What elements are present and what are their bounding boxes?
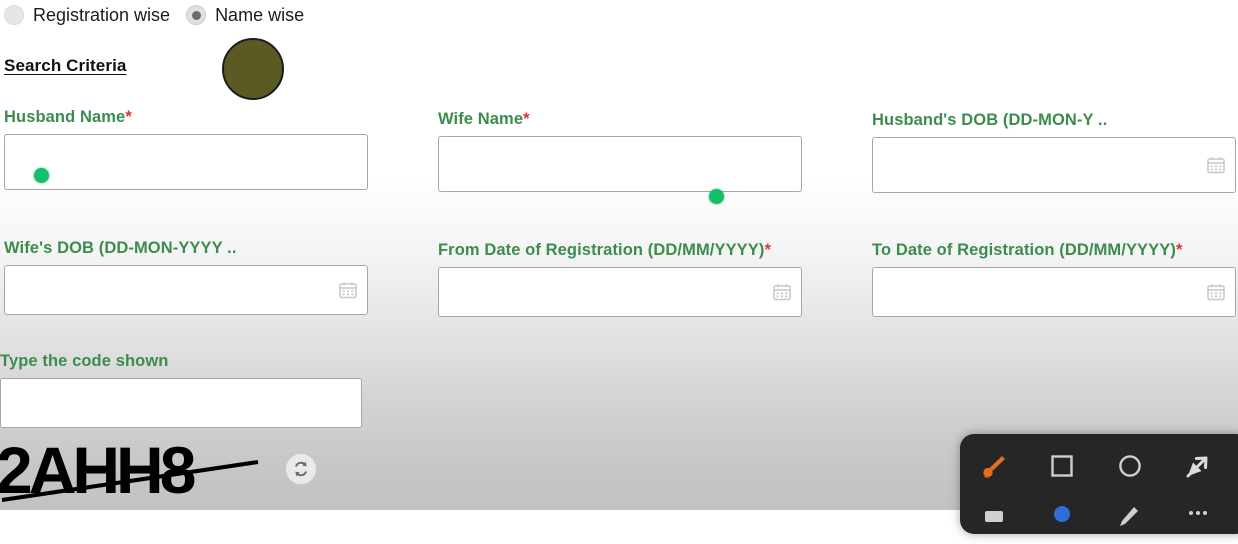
calendar-icon[interactable] bbox=[773, 284, 791, 301]
toolbar-row-primary bbox=[960, 440, 1238, 492]
radio-button-name-wise[interactable] bbox=[186, 5, 207, 25]
captcha-image: 2AHH8 bbox=[0, 440, 270, 510]
radio-button-registration-wise[interactable] bbox=[4, 5, 24, 25]
input-to-date-registration[interactable] bbox=[872, 267, 1236, 318]
eraser-icon[interactable] bbox=[981, 505, 1007, 531]
circle-icon[interactable] bbox=[1115, 451, 1145, 481]
label-from-date-text: From Date of Registration (DD/MM/YYYY) bbox=[438, 241, 765, 259]
label-wife-name: Wife Name* bbox=[438, 110, 802, 128]
label-wife-dob: Wife's DOB (DD-MON-YYYY .. bbox=[4, 239, 237, 257]
arrow-icon[interactable] bbox=[1182, 450, 1214, 482]
cursor-dot-husband-name bbox=[34, 168, 49, 183]
radio-label-name-wise: Name wise bbox=[215, 5, 305, 25]
label-husband-name: Husband Name* bbox=[4, 108, 368, 126]
radio-label-registration-wise: Registration wise bbox=[33, 5, 171, 25]
label-husband-dob: Husband's DOB (DD-MON-Y .. bbox=[872, 111, 1108, 129]
color-picker-button[interactable] bbox=[1028, 494, 1096, 542]
brush-icon[interactable] bbox=[979, 451, 1009, 481]
color-swatch-icon[interactable] bbox=[1049, 505, 1075, 531]
radio-option-name-wise[interactable]: Name wise bbox=[186, 5, 304, 25]
captcha-refresh-button[interactable] bbox=[285, 453, 317, 485]
screen-recording-indicator[interactable] bbox=[222, 38, 284, 100]
label-husband-name-text: Husband Name bbox=[4, 108, 126, 126]
search-mode-radio-group: Registration wise Name wise bbox=[4, 1, 320, 29]
field-husband-dob: Husband's DOB (DD-MON-Y .. bbox=[872, 111, 1236, 194]
required-asterisk-husband-name: * bbox=[125, 108, 132, 126]
calendar-icon[interactable] bbox=[1207, 157, 1225, 174]
brush-tool-button[interactable] bbox=[960, 442, 1028, 490]
cursor-dot-wife-name bbox=[709, 189, 724, 204]
rectangle-tool-button[interactable] bbox=[1028, 442, 1096, 490]
field-captcha: Type the code shown bbox=[0, 352, 362, 429]
pen-tool-button[interactable] bbox=[1096, 494, 1164, 542]
field-wife-dob: Wife's DOB (DD-MON-YYYY .. bbox=[4, 239, 368, 316]
label-from-date-registration: From Date of Registration (DD/MM/YYYY)* bbox=[438, 241, 802, 259]
label-captcha: Type the code shown bbox=[0, 352, 169, 370]
input-wife-dob[interactable] bbox=[4, 265, 368, 316]
input-husband-name[interactable] bbox=[4, 134, 368, 191]
refresh-icon[interactable] bbox=[291, 459, 311, 479]
required-asterisk-from-date: * bbox=[764, 241, 772, 259]
toolbar-row-secondary bbox=[960, 492, 1238, 544]
square-icon[interactable] bbox=[1047, 451, 1077, 481]
arrow-tool-button[interactable] bbox=[1164, 442, 1232, 490]
calendar-icon[interactable] bbox=[1207, 284, 1225, 301]
search-criteria-heading: Search Criteria bbox=[4, 56, 127, 75]
label-wife-name-text: Wife Name bbox=[438, 110, 524, 128]
label-to-date-text: To Date of Registration (DD/MM/YYYY) bbox=[872, 241, 1176, 259]
ellipse-tool-button[interactable] bbox=[1096, 442, 1164, 490]
field-husband-name: Husband Name* bbox=[4, 108, 368, 191]
input-captcha[interactable] bbox=[0, 378, 362, 429]
field-wife-name: Wife Name* bbox=[438, 110, 802, 193]
required-asterisk-to-date: * bbox=[1175, 241, 1183, 259]
more-options-button[interactable] bbox=[1164, 494, 1232, 542]
calendar-icon[interactable] bbox=[339, 282, 357, 299]
eraser-tool-button[interactable] bbox=[960, 494, 1028, 542]
annotation-toolbar bbox=[960, 434, 1238, 534]
input-husband-dob[interactable] bbox=[872, 137, 1236, 194]
required-asterisk-wife-name: * bbox=[523, 110, 530, 128]
more-icon[interactable] bbox=[1185, 505, 1211, 531]
captcha-strike-line bbox=[1, 460, 259, 502]
input-wife-name[interactable] bbox=[438, 136, 802, 193]
pen-icon[interactable] bbox=[1117, 505, 1143, 531]
field-from-date-registration: From Date of Registration (DD/MM/YYYY)* bbox=[438, 241, 802, 318]
field-to-date-registration: To Date of Registration (DD/MM/YYYY)* bbox=[872, 241, 1236, 318]
radio-option-registration-wise[interactable]: Registration wise bbox=[4, 5, 170, 25]
label-to-date-registration: To Date of Registration (DD/MM/YYYY)* bbox=[872, 241, 1236, 259]
input-from-date-registration[interactable] bbox=[438, 267, 802, 318]
